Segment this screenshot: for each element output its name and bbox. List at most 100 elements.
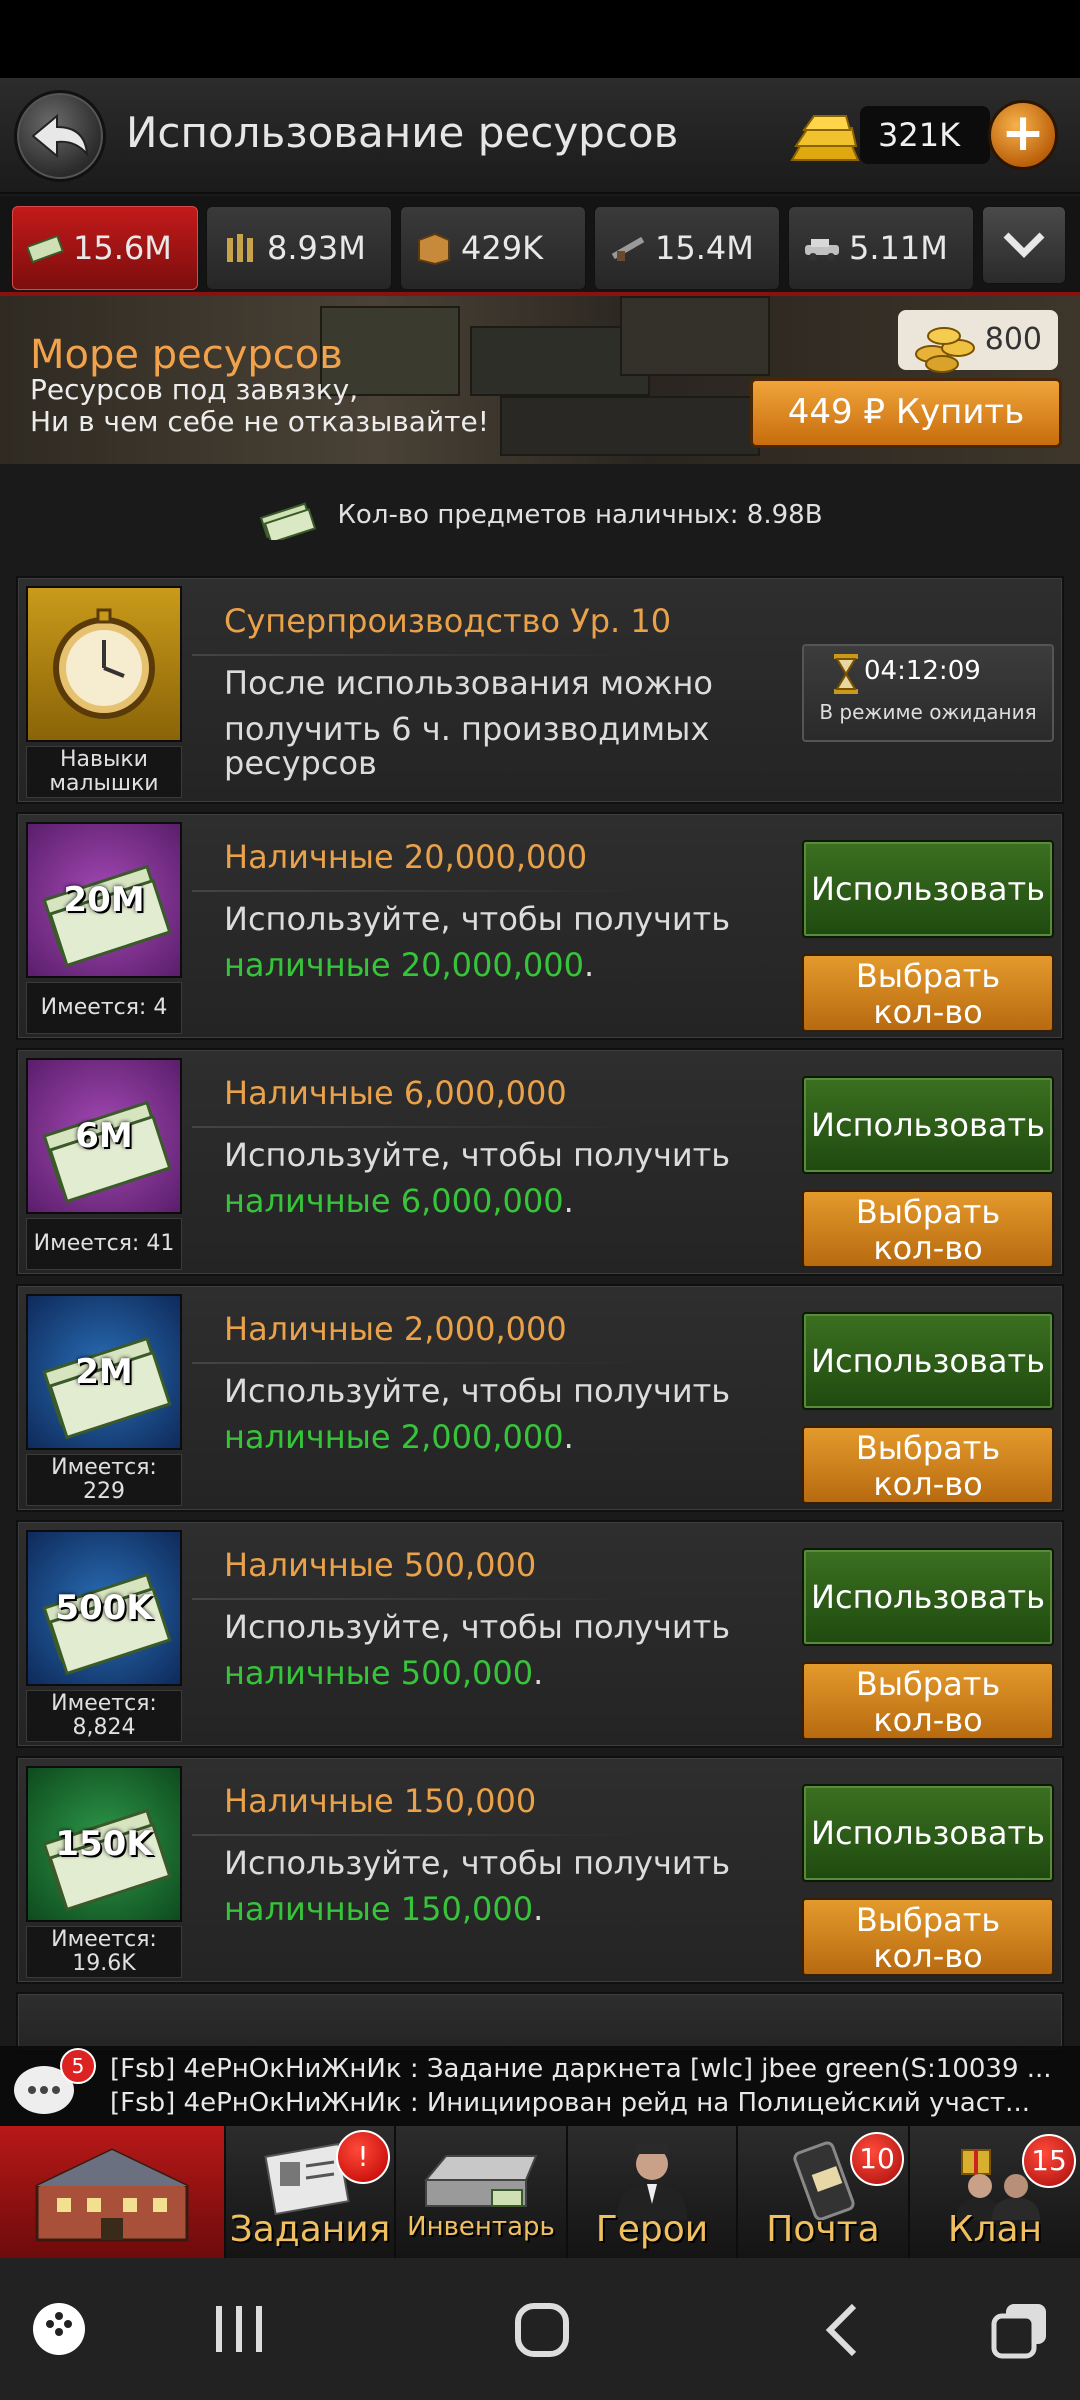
nav-inventory-label: Инвентарь — [407, 2212, 555, 2242]
buy-button[interactable]: 449 ₽ Купить — [750, 378, 1062, 448]
summary-label: Кол-во предметов наличных: 8.98B — [337, 500, 823, 530]
tab-weapons[interactable]: 15.4M — [594, 206, 780, 290]
cash-icon — [27, 229, 65, 267]
clan-badge: 15 — [1022, 2134, 1076, 2188]
nav-mail-label: Почта — [766, 2209, 880, 2250]
use-button[interactable]: Использовать — [802, 840, 1054, 938]
tab-vehicles-value: 5.11M — [849, 229, 948, 267]
item-owned-count: Имеется: 4 — [26, 982, 182, 1034]
inventory-icon — [423, 2155, 538, 2207]
car-icon — [803, 229, 841, 267]
list-item: 6M Имеется: 41 Наличные 6,000,000 Исполь… — [16, 1048, 1064, 1276]
list-item: Навыки малышки Суперпроизводство Ур. 10 П… — [16, 576, 1064, 804]
ammo-icon — [221, 229, 259, 267]
item-thumbnail: 150K — [26, 1766, 182, 1922]
mail-unread-badge: 10 — [850, 2132, 904, 2186]
nav-clan-label: Клан — [947, 2209, 1043, 2250]
select-quantity-button[interactable]: Выбрать кол-во — [802, 954, 1054, 1032]
tasks-alert-badge: ! — [336, 2130, 390, 2184]
select-quantity-button[interactable]: Выбрать кол-во — [802, 1898, 1054, 1976]
timer-value: 04:12:09 — [864, 656, 981, 686]
chat-ticker[interactable]: 5 [Fsb] 4еРнОкНиЖнИк : Задание даркнета … — [0, 2046, 1080, 2126]
cash-items-summary: Кол-во предметов наличных: 8.98B — [0, 470, 1080, 560]
item-owned-count: Навыки малышки — [26, 746, 182, 798]
system-navigation-bar — [0, 2258, 1080, 2400]
tab-ammo[interactable]: 8.93M — [206, 206, 392, 290]
game-launcher-icon[interactable] — [30, 2300, 88, 2358]
item-denomination: 2M — [75, 1352, 133, 1392]
nav-mail[interactable]: 10 Почта — [738, 2126, 910, 2258]
nav-heroes[interactable]: Герои — [568, 2126, 738, 2258]
item-description: Используйте, чтобы получить наличные 20,… — [224, 900, 731, 984]
gold-counter: 321K + — [790, 100, 1060, 172]
tab-vehicles[interactable]: 5.11M — [788, 206, 974, 290]
add-gold-button[interactable]: + — [988, 100, 1058, 170]
item-title: Наличные 500,000 — [224, 1546, 537, 1584]
item-thumbnail: 6M — [26, 1058, 182, 1214]
back-arrow-icon — [31, 113, 89, 159]
tab-ammo-value: 8.93M — [267, 229, 366, 267]
select-quantity-button[interactable]: Выбрать кол-во — [802, 1662, 1054, 1740]
timer-status: В режиме ожидания — [819, 700, 1037, 724]
list-item: 20M Имеется: 4 Наличные 20,000,000 Испол… — [16, 812, 1064, 1040]
item-description: После использования можно получить 6 ч. … — [224, 664, 713, 782]
list-item-partial — [16, 1992, 1064, 2052]
use-button[interactable]: Использовать — [802, 1076, 1054, 1174]
item-title: Суперпроизводство Ур. 10 — [224, 602, 672, 640]
resource-tabs: 15.6M 8.93M 429K 15.4M 5.11M — [0, 196, 1080, 296]
tab-supplies-value: 429K — [461, 229, 544, 267]
crate-icon — [415, 229, 453, 267]
back-nav-icon[interactable] — [822, 2302, 862, 2358]
bottom-navigation: ! Задания Инвентарь Герои 10 Почта 15 Кл… — [0, 2126, 1080, 2258]
back-button[interactable] — [14, 90, 106, 182]
item-owned-count: Имеется: 8,824 — [26, 1690, 182, 1742]
item-denomination: 6M — [75, 1116, 133, 1156]
item-owned-count: Имеется: 19.6K — [26, 1926, 182, 1978]
use-button[interactable]: Использовать — [802, 1548, 1054, 1646]
chat-message: [Fsb] 4еРнОкНиЖнИк : Задание даркнета [w… — [110, 2054, 1052, 2084]
tab-weapons-value: 15.4M — [655, 229, 754, 267]
base-building-icon — [35, 2148, 189, 2242]
standby-timer-button[interactable]: 04:12:09 В режиме ожидания — [802, 644, 1054, 742]
nav-base[interactable] — [0, 2126, 226, 2258]
home-icon[interactable] — [512, 2300, 572, 2360]
gold-bar-icon — [790, 115, 860, 161]
nav-heroes-label: Герои — [595, 2209, 709, 2250]
tab-cash-value: 15.6M — [73, 229, 172, 267]
use-button[interactable]: Использовать — [802, 1784, 1054, 1882]
recent-apps-icon[interactable] — [210, 2302, 270, 2356]
promo-banner: Море ресурсов Ресурсов под завязку, Ни в… — [0, 296, 1080, 464]
item-owned-count: Имеется: 41 — [26, 1218, 182, 1270]
list-item: 500K Имеется: 8,824 Наличные 500,000 Испо… — [16, 1520, 1064, 1748]
item-description: Используйте, чтобы получить наличные 6,0… — [224, 1136, 731, 1220]
item-description: Используйте, чтобы получить наличные 150… — [224, 1844, 731, 1928]
item-title: Наличные 6,000,000 — [224, 1074, 567, 1112]
item-denomination: 500K — [55, 1588, 153, 1628]
list-item: 2M Имеется: 229 Наличные 2,000,000 Исполь… — [16, 1284, 1064, 1512]
weapon-icon — [609, 229, 647, 267]
list-item: 150K Имеется: 19.6K Наличные 150,000 Испо… — [16, 1756, 1064, 1984]
multi-window-icon[interactable] — [990, 2300, 1050, 2360]
tab-cash[interactable]: 15.6M — [12, 206, 198, 290]
chevron-down-icon — [1003, 232, 1045, 258]
page-title: Использование ресурсов — [126, 108, 679, 157]
gold-amount: 321K — [860, 106, 990, 164]
cash-stack-icon — [260, 502, 317, 540]
item-owned-count: Имеется: 229 — [26, 1454, 182, 1506]
item-description: Используйте, чтобы получить наличные 500… — [224, 1608, 731, 1692]
nav-tasks-label: Задания — [229, 2209, 391, 2250]
nav-inventory[interactable]: Инвентарь — [396, 2126, 568, 2258]
pocket-watch-icon — [53, 608, 155, 719]
item-thumbnail: 20M — [26, 822, 182, 978]
use-button[interactable]: Использовать — [802, 1312, 1054, 1410]
tab-supplies[interactable]: 429K — [400, 206, 586, 290]
select-quantity-button[interactable]: Выбрать кол-во — [802, 1426, 1054, 1504]
tabs-dropdown-button[interactable] — [982, 206, 1066, 284]
select-quantity-button[interactable]: Выбрать кол-во — [802, 1190, 1054, 1268]
coins-icon — [915, 327, 975, 373]
item-description: Используйте, чтобы получить наличные 2,0… — [224, 1372, 731, 1456]
nav-tasks[interactable]: ! Задания — [226, 2126, 396, 2258]
heroes-icon — [617, 2144, 687, 2220]
item-title: Наличные 20,000,000 — [224, 838, 588, 876]
nav-clan[interactable]: 15 Клан — [910, 2126, 1080, 2258]
